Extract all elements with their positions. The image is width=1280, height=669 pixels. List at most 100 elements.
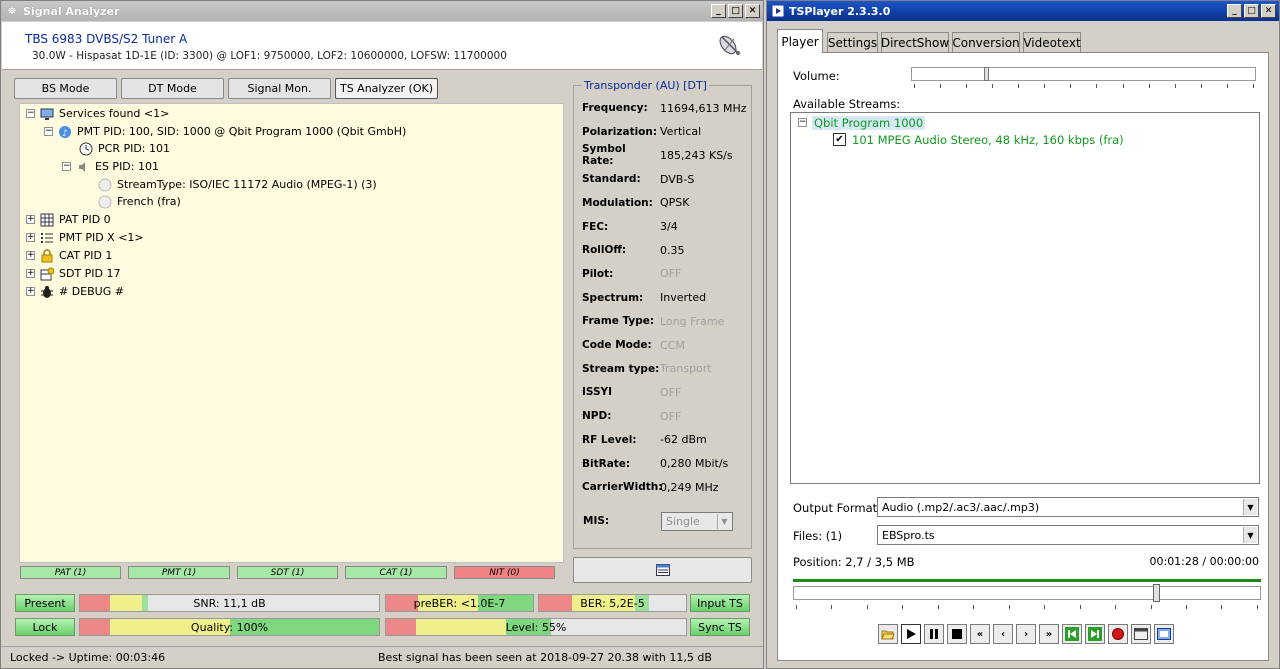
tree-label: CAT PID 1	[59, 249, 113, 262]
tree-label: PCR PID: 101	[98, 142, 170, 155]
expand-icon[interactable]: +	[26, 269, 35, 278]
maximize-button[interactable]: □	[1244, 4, 1259, 18]
transponder-value: 185,243 KS/s	[660, 148, 733, 162]
volume-label: Volume:	[793, 69, 840, 83]
signal-analyzer-titlebar[interactable]: ⛯ Signal Analyzer _ □ ✕	[1, 1, 763, 21]
close-button[interactable]: ✕	[745, 4, 760, 18]
program-label: Qbit Program 1000	[812, 115, 926, 130]
tab-videotext[interactable]: Videotext	[1023, 32, 1081, 52]
position-thumb[interactable]	[1152, 584, 1160, 602]
maximize-button[interactable]: □	[728, 4, 743, 18]
tree-label: French (fra)	[117, 195, 181, 208]
volume-thumb[interactable]	[984, 67, 989, 81]
layout-button[interactable]	[573, 557, 752, 583]
fast-forward-button[interactable]: »	[1039, 624, 1059, 644]
service-table-icon	[40, 267, 54, 281]
tree-item-stream-type[interactable]: StreamType: ISO/IEC 11172 Audio (MPEG-1)…	[98, 176, 377, 193]
ts-tree-view[interactable]: − Services found <1> − ♪ PMT PID: 100, S…	[19, 103, 564, 563]
minimize-button[interactable]: _	[711, 4, 726, 18]
skip-end-button[interactable]	[1085, 624, 1105, 644]
expand-icon[interactable]: +	[26, 287, 35, 296]
volume-slider[interactable]	[911, 67, 1256, 81]
tree-item-pat[interactable]: + PAT PID 0	[26, 211, 111, 228]
tree-item-pmt[interactable]: + PMT PID X <1>	[26, 229, 144, 246]
dt-mode-button[interactable]: DT Mode	[121, 78, 224, 99]
record-icon	[1112, 628, 1124, 640]
speaker-icon	[76, 160, 90, 174]
step-forward-button[interactable]: ›	[1016, 624, 1036, 644]
bug-icon	[40, 285, 54, 299]
tree-item-pmt-service[interactable]: − ♪ PMT PID: 100, SID: 1000 @ Qbit Progr…	[44, 123, 406, 140]
mis-value: Single	[666, 515, 700, 528]
collapse-icon[interactable]: −	[798, 118, 807, 127]
tree-item-services[interactable]: − Services found <1>	[26, 105, 169, 122]
music-note-icon: ♪	[58, 125, 72, 139]
tree-item-stream[interactable]: ✔ 101 MPEG Audio Stereo, 48 kHz, 160 kbp…	[833, 131, 1124, 148]
signal-mon-button[interactable]: Signal Mon.	[228, 78, 331, 99]
window-icon	[1134, 628, 1148, 640]
tab-player[interactable]: Player	[777, 29, 823, 53]
transponder-label: Spectrum:	[582, 291, 644, 304]
tree-item-sdt[interactable]: + SDT PID 17	[26, 265, 121, 282]
mis-select[interactable]: Single ▼	[661, 512, 733, 531]
transponder-group: Transponder (AU) [DT] Frequency: 11694,61…	[573, 79, 752, 549]
collapse-icon[interactable]: −	[62, 162, 71, 171]
status-uptime: Locked -> Uptime: 00:03:46	[10, 651, 166, 664]
fullscreen-button[interactable]	[1154, 624, 1174, 644]
minimize-button[interactable]: _	[1227, 4, 1242, 18]
transponder-label: Frequency:	[582, 102, 648, 114]
stream-checkbox[interactable]: ✔	[833, 133, 846, 146]
transponder-row: CarrierWidth: 0,249 MHz	[582, 479, 752, 495]
files-select[interactable]: EBSpro.ts ▼	[877, 525, 1259, 545]
table-icon	[40, 213, 54, 227]
position-slider[interactable]	[793, 584, 1261, 602]
device-header: TBS 6983 DVBS/S2 Tuner A 30.0W - Hispasa…	[2, 22, 762, 70]
record-button[interactable]	[1108, 624, 1128, 644]
time-display: 00:01:28 / 00:00:00	[1149, 555, 1259, 568]
tree-item-program[interactable]: − Qbit Program 1000	[798, 114, 926, 131]
bs-mode-button[interactable]: BS Mode	[14, 78, 117, 99]
chevron-down-icon: ▼	[717, 514, 731, 529]
transponder-row: Modulation: QPSK	[582, 195, 752, 211]
double-chevron-left-icon: «	[976, 628, 984, 640]
fast-rewind-button[interactable]: «	[970, 624, 990, 644]
transponder-label: NPD:	[582, 410, 612, 423]
tab-conversion[interactable]: Conversion	[952, 32, 1020, 52]
tsplayer-titlebar[interactable]: TSPlayer 2.3.3.0 _ □ ✕	[767, 1, 1279, 21]
window-mode-button[interactable]	[1131, 624, 1151, 644]
files-label: Files: (1)	[793, 529, 843, 543]
tab-settings[interactable]: Settings	[827, 32, 878, 52]
tree-label: PMT PID: 100, SID: 1000 @ Qbit Program 1…	[77, 125, 407, 138]
transponder-row: Standard: DVB-S	[582, 171, 752, 187]
open-file-button[interactable]	[878, 624, 898, 644]
tree-item-language[interactable]: French (fra)	[98, 193, 181, 210]
tab-directshow[interactable]: DirectShow	[881, 32, 949, 52]
transponder-value: Vertical	[660, 125, 702, 139]
close-button[interactable]: ✕	[1261, 4, 1276, 18]
tree-item-debug[interactable]: + # DEBUG #	[26, 283, 124, 300]
play-button[interactable]	[901, 624, 921, 644]
expand-icon[interactable]: +	[26, 233, 35, 242]
skip-start-button[interactable]	[1062, 624, 1082, 644]
tree-item-pcr[interactable]: PCR PID: 101	[79, 140, 170, 157]
expand-icon[interactable]: +	[26, 215, 35, 224]
step-back-button[interactable]: ‹	[993, 624, 1013, 644]
expand-icon[interactable]: +	[26, 251, 35, 260]
output-format-select[interactable]: Audio (.mp2/.ac3/.aac/.mp3) ▼	[877, 497, 1259, 517]
pause-icon	[930, 629, 938, 639]
tree-item-cat[interactable]: + CAT PID 1	[26, 247, 112, 264]
collapse-icon[interactable]: −	[26, 109, 35, 118]
collapse-icon[interactable]: −	[44, 127, 53, 136]
stop-button[interactable]	[947, 624, 967, 644]
pause-button[interactable]	[924, 624, 944, 644]
tree-item-es[interactable]: − ES PID: 101	[62, 158, 159, 175]
quality-text: Quality: 100%	[190, 620, 269, 634]
transponder-value: Inverted	[660, 291, 707, 305]
stop-icon	[952, 629, 962, 639]
streams-tree[interactable]: − Qbit Program 1000 ✔ 101 MPEG Audio Ste…	[790, 112, 1260, 484]
device-info: 30.0W - Hispasat 1D-1E (ID: 3300) @ LOF1…	[32, 50, 507, 62]
folder-open-icon	[881, 630, 895, 640]
transponder-value: OFF	[660, 267, 682, 281]
transponder-row: Stream type: Transport	[582, 361, 752, 377]
ts-analyzer-button[interactable]: TS Analyzer (OK)	[335, 78, 438, 99]
